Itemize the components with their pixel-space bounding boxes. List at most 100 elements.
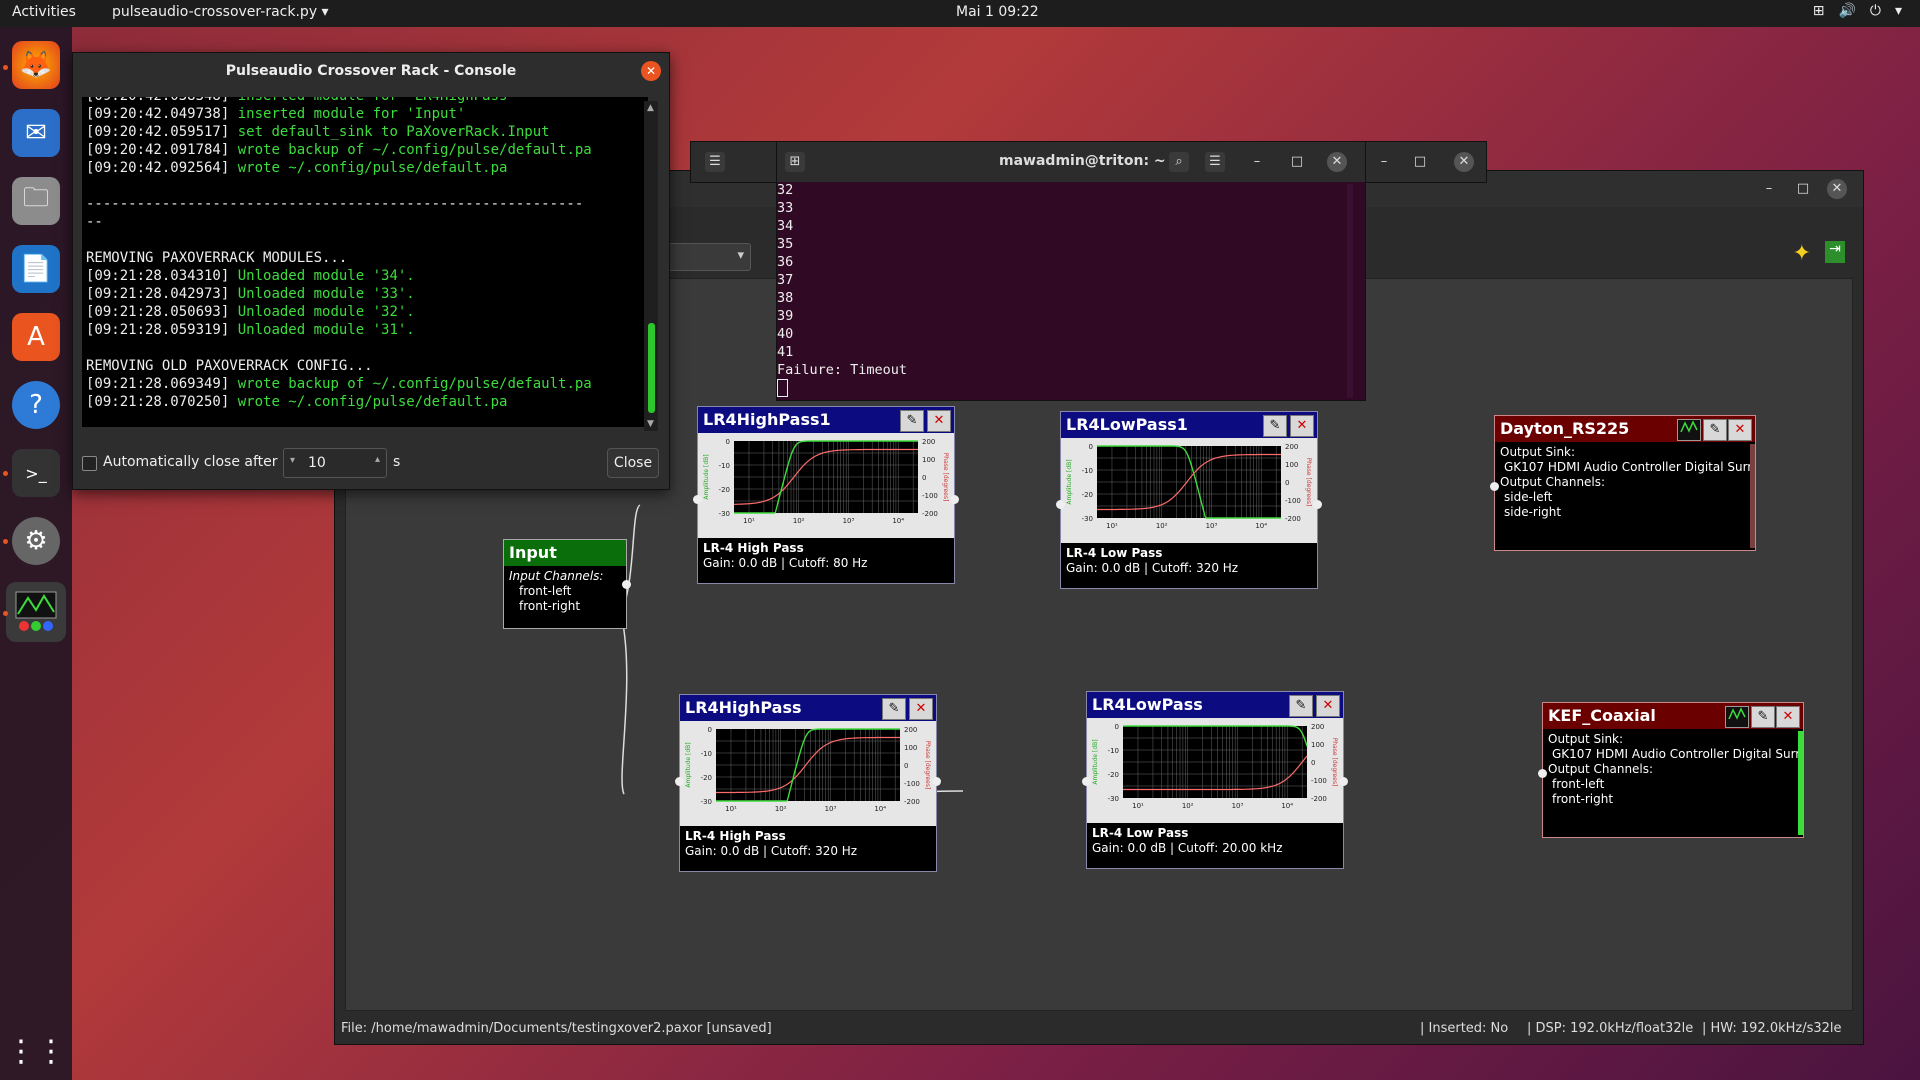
sink-node-dayton[interactable]: Dayton_RS225 ✎ ✕ Output Sink: GK107 HDMI… [1490, 415, 1756, 551]
cutoff-value: 320 Hz [1196, 561, 1239, 575]
close-icon[interactable]: ✕ [1827, 179, 1847, 199]
minimize-icon[interactable]: – [1759, 179, 1779, 199]
terminal-scrollbar[interactable] [1347, 184, 1353, 398]
waveform-icon[interactable] [1725, 706, 1749, 728]
close-icon[interactable]: ✕ [927, 410, 951, 432]
system-tray[interactable]: ⊞ 🔊 ⏻ ▾ [1813, 3, 1902, 19]
input-node[interactable]: Input Input Channels: front-left front-r… [503, 539, 631, 629]
log-message: inserted module for 'LR4HighPass' [238, 97, 516, 104]
show-apps-icon[interactable]: ⋮⋮ [6, 1027, 66, 1075]
output-port[interactable] [1313, 500, 1322, 509]
filter-node-lr4lowpass1[interactable]: LR4LowPass1 ✎ ✕ 0 -10 -20 -30 200 100 0 -100 -20… [1056, 411, 1322, 589]
output-port[interactable] [932, 777, 941, 786]
waveform-icon[interactable] [1677, 419, 1701, 441]
close-icon[interactable]: ✕ [1454, 152, 1474, 172]
auto-close-value[interactable]: 10 [308, 455, 326, 471]
settings-icon[interactable]: ⚙ [12, 517, 60, 565]
y-axis-label: Amplitude [dB] [685, 742, 692, 787]
x-tick-label: 10² [775, 805, 787, 813]
increment-icon[interactable]: ▴ [375, 454, 380, 465]
new-tab-icon[interactable]: ⊞ [785, 152, 805, 172]
close-icon[interactable]: ✕ [641, 61, 661, 81]
edit-icon[interactable]: ✎ [1289, 695, 1313, 717]
close-icon[interactable]: ✕ [1316, 695, 1340, 717]
y-tick-label: -10 [719, 462, 730, 470]
console-log[interactable]: [09:20:42.038348] inserted module for 'L… [82, 97, 648, 427]
edit-icon[interactable]: ✎ [1751, 706, 1775, 728]
close-icon[interactable]: ✕ [1290, 415, 1314, 437]
scroll-up-icon[interactable]: ▲ [647, 103, 654, 113]
dropdown-select[interactable]: ▾ [665, 243, 751, 271]
log-message: set default_sink to PaXoverRack.Input [237, 124, 550, 140]
edit-icon[interactable]: ✎ [882, 698, 906, 720]
maximize-icon[interactable]: □ [1793, 179, 1813, 199]
running-indicator [3, 471, 8, 476]
auto-close-checkbox[interactable] [82, 456, 97, 471]
log-timestamp: [09:20:42.092564] [86, 160, 230, 176]
input-port[interactable] [1056, 500, 1065, 509]
files-icon[interactable]: 🗀 [12, 177, 60, 225]
filter-node-lr4highpass[interactable]: LR4HighPass ✎ ✕ 0 -10 -20 -30 200 100 0 -100 -20… [675, 694, 941, 872]
close-icon[interactable]: ✕ [909, 698, 933, 720]
help-icon[interactable]: ? [12, 381, 60, 429]
exit-icon[interactable]: ⇥ [1825, 241, 1845, 263]
output-port[interactable] [950, 495, 959, 504]
writer-icon[interactable]: 📄 [12, 245, 60, 293]
auto-close-unit: s [393, 454, 401, 470]
decrement-icon[interactable]: ▾ [290, 455, 295, 466]
top-bar: Activities pulseaudio-crossover-rack.py … [0, 0, 1920, 27]
terminal-icon[interactable]: >_ [12, 449, 60, 497]
channels-label: Output Channels: [1500, 475, 1606, 489]
auto-close-spinner[interactable]: ▾ 10 ▴ [283, 448, 387, 478]
firefox-icon[interactable]: 🦊 [12, 41, 60, 89]
edit-icon[interactable]: ✎ [900, 410, 924, 432]
node-title: LR4LowPass ✎ ✕ [1087, 692, 1343, 718]
close-icon[interactable]: ✕ [1776, 706, 1800, 728]
activities-button[interactable]: Activities [12, 4, 76, 20]
terminal-output[interactable]: 32 33 34 35 36 37 38 39 40 41 Failure: T… [777, 182, 1353, 398]
gain-value: 0.0 dB [738, 556, 778, 570]
node-title-text: LR4HighPass [685, 698, 802, 717]
y-tick-label: 0 [1089, 443, 1093, 451]
sink-node-kef[interactable]: KEF_Coaxial ✎ ✕ Output Sink: GK107 HDMI … [1538, 702, 1804, 838]
close-icon[interactable]: ✕ [1327, 152, 1347, 172]
input-port[interactable] [1082, 777, 1091, 786]
console-scrollbar[interactable]: ▲ ▼ [644, 101, 658, 431]
filter-type: LR-4 High Pass [685, 829, 786, 843]
edit-icon[interactable]: ✎ [1703, 419, 1727, 441]
network-icon: ⊞ [1812, 3, 1825, 19]
close-icon[interactable]: ✕ [1728, 419, 1752, 441]
maximize-icon[interactable]: □ [1287, 152, 1307, 172]
chevron-down-icon: ▾ [1894, 3, 1902, 19]
minimize-icon[interactable]: – [1247, 152, 1267, 172]
y2-tick-label: 0 [1311, 759, 1315, 767]
thunderbird-icon[interactable]: ✉ [12, 109, 60, 157]
scroll-down-icon[interactable]: ▼ [647, 419, 654, 429]
input-port[interactable] [675, 777, 684, 786]
close-button[interactable]: Close [607, 448, 659, 478]
x-tick-label: 10¹ [743, 517, 755, 525]
gain-label: Gain: [1066, 561, 1098, 575]
input-port[interactable] [1490, 482, 1499, 491]
y2-tick-label: 200 [904, 726, 917, 734]
app-menu[interactable]: pulseaudio-crossover-rack.py ▾ [112, 4, 329, 20]
filter-node-lr4highpass1[interactable]: LR4HighPass1 ✎ ✕ 0 -10 -20 -30 200 100 0 -100 -2… [693, 406, 959, 584]
maximize-icon[interactable]: □ [1410, 152, 1430, 172]
clock[interactable]: Mai 1 09:22 [956, 4, 1039, 20]
search-icon[interactable]: ⌕ [1169, 152, 1189, 172]
sparkle-icon[interactable]: ✦ [1793, 241, 1811, 266]
scroll-thumb[interactable] [648, 323, 655, 413]
output-port[interactable] [1339, 777, 1348, 786]
filter-node-lr4lowpass[interactable]: LR4LowPass ✎ ✕ 0 -10 -20 -30 200 100 0 -100 -200… [1082, 691, 1348, 869]
crossover-rack-icon[interactable] [6, 582, 66, 642]
input-port[interactable] [693, 495, 702, 504]
input-port[interactable] [1538, 769, 1547, 778]
terminal-cursor [777, 379, 788, 397]
edit-icon[interactable]: ✎ [1263, 415, 1287, 437]
menu-icon[interactable]: ☰ [705, 152, 725, 172]
minimize-icon[interactable]: – [1374, 152, 1394, 172]
menu-icon[interactable]: ☰ [1205, 152, 1225, 172]
output-port[interactable] [622, 580, 631, 589]
terminal-header: ⊞ mawadmin@triton: ~ ⌕ ☰ – □ ✕ [777, 142, 1365, 182]
software-icon[interactable]: A [12, 313, 60, 361]
